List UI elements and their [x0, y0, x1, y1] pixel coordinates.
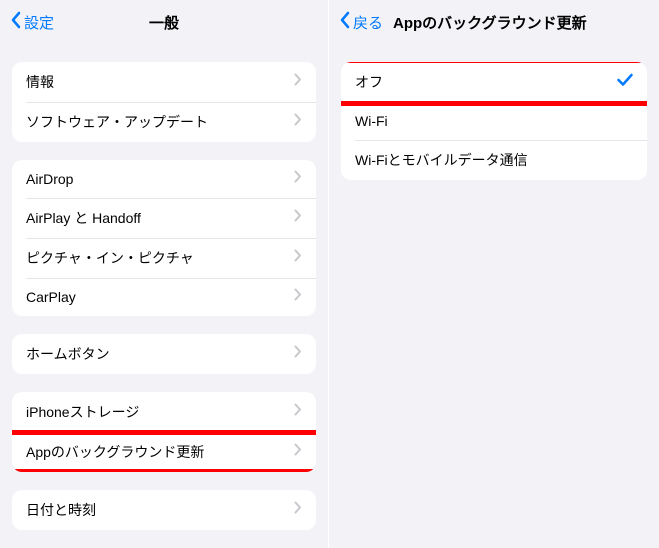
row-label: Wi-Fi: [355, 113, 633, 129]
chevron-left-icon: [10, 11, 22, 33]
screen-background-refresh: 戻る Appのバックグラウンド更新 オフ Wi-Fi Wi-Fiとモバイルデータ…: [329, 0, 659, 548]
option-wifi[interactable]: Wi-Fi: [341, 102, 647, 140]
settings-group-0: 情報 ソフトウェア・アップデート: [12, 62, 316, 142]
chevron-right-icon: [294, 345, 302, 363]
chevron-right-icon: [294, 113, 302, 131]
options-group: オフ Wi-Fi Wi-Fiとモバイルデータ通信: [341, 62, 647, 180]
row-background-app-refresh[interactable]: Appのバックグラウンド更新: [12, 432, 316, 472]
chevron-right-icon: [294, 288, 302, 306]
checkmark-icon: [617, 73, 633, 92]
settings-group-2: ホームボタン: [12, 334, 316, 374]
nav-back-label: 戻る: [353, 12, 383, 33]
row-label: ソフトウェア・アップデート: [26, 112, 294, 132]
row-label: オフ: [355, 72, 617, 92]
nav-bar: 戻る Appのバックグラウンド更新: [329, 0, 659, 44]
settings-group-3: iPhoneストレージ Appのバックグラウンド更新: [12, 392, 316, 472]
row-software-update[interactable]: ソフトウェア・アップデート: [12, 102, 316, 142]
row-info[interactable]: 情報: [12, 62, 316, 102]
row-label: ピクチャ・イン・ピクチャ: [26, 248, 294, 268]
chevron-right-icon: [294, 403, 302, 421]
settings-group-1: AirDrop AirPlay と Handoff ピクチャ・イン・ピクチャ C…: [12, 160, 316, 316]
row-iphone-storage[interactable]: iPhoneストレージ: [12, 392, 316, 432]
chevron-right-icon: [294, 501, 302, 519]
row-label: Wi-Fiとモバイルデータ通信: [355, 150, 633, 170]
nav-bar: 設定 一般: [0, 0, 328, 44]
row-airplay-handoff[interactable]: AirPlay と Handoff: [12, 198, 316, 238]
row-label: 日付と時刻: [26, 500, 294, 520]
screen-general: 設定 一般 情報 ソフトウェア・アップデート AirDrop AirPlay と…: [0, 0, 329, 548]
chevron-left-icon: [339, 11, 351, 33]
chevron-right-icon: [294, 209, 302, 227]
row-pip[interactable]: ピクチャ・イン・ピクチャ: [12, 238, 316, 278]
nav-title: Appのバックグラウンド更新: [393, 12, 587, 33]
row-label: CarPlay: [26, 289, 294, 305]
option-wifi-cellular[interactable]: Wi-Fiとモバイルデータ通信: [341, 140, 647, 180]
chevron-right-icon: [294, 443, 302, 461]
row-label: Appのバックグラウンド更新: [26, 442, 294, 462]
row-label: ホームボタン: [26, 344, 294, 364]
chevron-right-icon: [294, 170, 302, 188]
settings-group-3-wrap: iPhoneストレージ Appのバックグラウンド更新: [0, 392, 328, 472]
row-label: AirPlay と Handoff: [26, 208, 294, 228]
row-label: AirDrop: [26, 171, 294, 187]
option-off[interactable]: オフ: [341, 62, 647, 102]
row-airdrop[interactable]: AirDrop: [12, 160, 316, 198]
row-home-button[interactable]: ホームボタン: [12, 334, 316, 374]
chevron-right-icon: [294, 249, 302, 267]
row-carplay[interactable]: CarPlay: [12, 278, 316, 316]
settings-group-4: 日付と時刻: [12, 490, 316, 530]
nav-back-button[interactable]: 戻る: [339, 11, 383, 33]
nav-back-button[interactable]: 設定: [10, 11, 54, 33]
row-label: 情報: [26, 72, 294, 92]
content-scroll[interactable]: 情報 ソフトウェア・アップデート AirDrop AirPlay と Hando…: [0, 44, 328, 548]
row-label: iPhoneストレージ: [26, 402, 294, 422]
nav-back-label: 設定: [24, 12, 54, 33]
row-date-time[interactable]: 日付と時刻: [12, 490, 316, 530]
chevron-right-icon: [294, 73, 302, 91]
content-scroll[interactable]: オフ Wi-Fi Wi-Fiとモバイルデータ通信: [329, 44, 659, 548]
